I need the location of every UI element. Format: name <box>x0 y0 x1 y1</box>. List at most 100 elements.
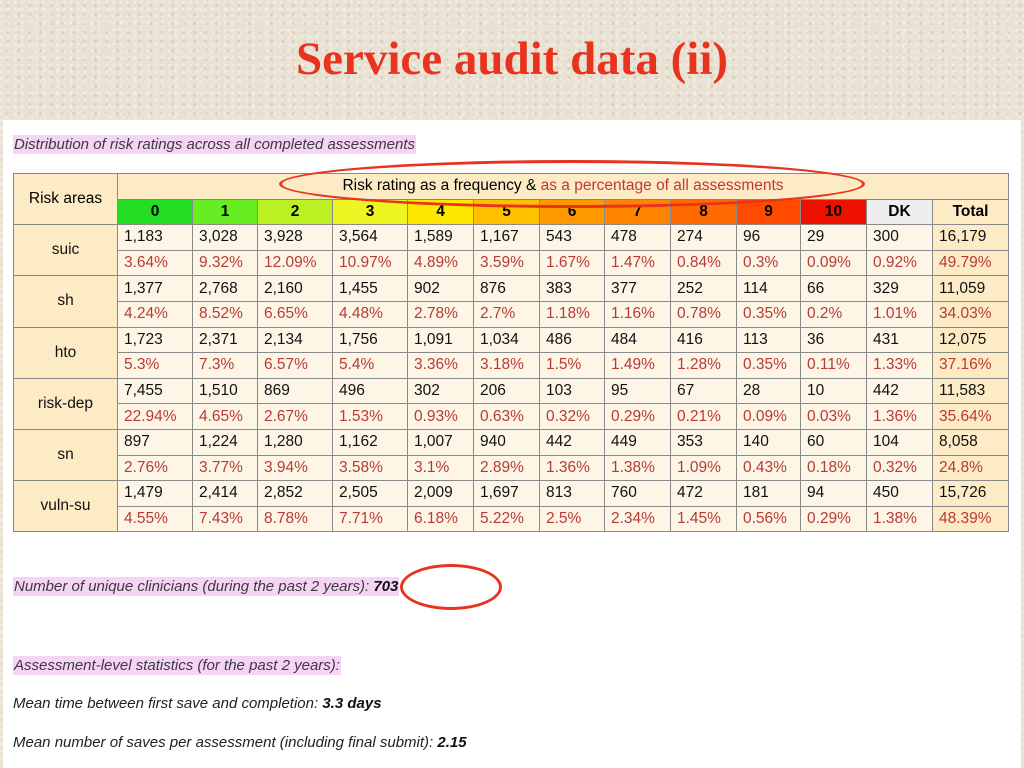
count-cell: 431 <box>866 326 933 354</box>
count-cell: 1,162 <box>332 428 408 456</box>
percent-cell: 1.36% <box>539 454 605 482</box>
table-row-hto-percents: 5.3% 7.3% 6.57% 5.4% 3.36% 3.18% 1.5% 1.49% 1.28… <box>14 352 1009 379</box>
percent-cell: 0.32% <box>866 454 933 482</box>
percent-cell: 6.18% <box>407 505 474 533</box>
percent-cell: 1.38% <box>604 454 671 482</box>
total-percent-cell: 37.16% <box>932 352 1009 379</box>
total-count-cell: 8,058 <box>932 428 1009 456</box>
percent-cell: 0.63% <box>473 403 540 430</box>
count-cell: 496 <box>332 377 408 405</box>
percent-cell: 1.38% <box>866 505 933 533</box>
percent-cell: 4.89% <box>407 249 474 277</box>
percent-cell: 1.01% <box>866 300 933 328</box>
count-cell: 2,134 <box>257 326 333 354</box>
percent-cell: 8.52% <box>192 300 258 328</box>
count-cell: 28 <box>736 377 801 405</box>
rating-header-total: Total <box>932 198 1009 226</box>
percent-cell: 0.93% <box>407 403 474 430</box>
risk-area-label: risk-dep <box>13 377 118 430</box>
table-caption: Distribution of risk ratings across all … <box>13 135 416 154</box>
percent-cell: 2.34% <box>604 505 671 533</box>
rating-header-3: 3 <box>332 198 408 226</box>
table-row-vuln-su-counts: vuln-su 1,479 2,414 2,852 2,505 2,009 1,697 813… <box>13 480 1009 533</box>
count-cell: 2,852 <box>257 480 333 507</box>
rating-header-8: 8 <box>670 198 737 226</box>
total-count-cell: 12,075 <box>932 326 1009 354</box>
percent-cell: 0.18% <box>800 454 867 482</box>
total-count-cell: 16,179 <box>932 224 1009 251</box>
mean-saves-value: 2.15 <box>437 734 467 751</box>
mean-time-line: Mean time between first save and complet… <box>13 694 382 713</box>
risk-areas-header: Risk areas <box>13 172 118 226</box>
total-percent-cell: 34.03% <box>932 300 1009 328</box>
count-cell: 1,723 <box>117 326 193 354</box>
count-cell: 96 <box>736 224 801 251</box>
count-cell: 329 <box>866 275 933 302</box>
mean-time-label: Mean time between first save and complet… <box>13 695 323 712</box>
percent-cell: 3.36% <box>407 352 474 379</box>
percent-cell: 0.09% <box>800 249 867 277</box>
count-cell: 95 <box>604 377 671 405</box>
percent-cell: 3.18% <box>473 352 540 379</box>
percent-cell: 4.48% <box>332 300 408 328</box>
count-cell: 103 <box>539 377 605 405</box>
count-cell: 449 <box>604 428 671 456</box>
table-body: suic 1,183 3,028 3,928 3,564 1,589 1,167 543 478… <box>13 224 1009 533</box>
count-cell: 353 <box>670 428 737 456</box>
count-cell: 10 <box>800 377 867 405</box>
count-cell: 104 <box>866 428 933 456</box>
percent-cell: 10.97% <box>332 249 408 277</box>
count-cell: 442 <box>866 377 933 405</box>
clinicians-value: 703 <box>373 578 399 595</box>
count-cell: 66 <box>800 275 867 302</box>
count-cell: 252 <box>670 275 737 302</box>
rating-header-7: 7 <box>604 198 671 226</box>
rating-header-4: 4 <box>407 198 474 226</box>
percent-cell: 0.21% <box>670 403 737 430</box>
percent-cell: 7.3% <box>192 352 258 379</box>
percent-cell: 0.56% <box>736 505 801 533</box>
total-percent-cell: 49.79% <box>932 249 1009 277</box>
count-cell: 140 <box>736 428 801 456</box>
count-cell: 377 <box>604 275 671 302</box>
count-cell: 450 <box>866 480 933 507</box>
header-percentage-text: as a percentage of all assessments <box>540 177 784 195</box>
count-cell: 1,167 <box>473 224 540 251</box>
count-cell: 1,589 <box>407 224 474 251</box>
count-cell: 486 <box>539 326 605 354</box>
percent-cell: 4.55% <box>117 505 193 533</box>
count-cell: 416 <box>670 326 737 354</box>
count-cell: 1,479 <box>117 480 193 507</box>
count-cell: 897 <box>117 428 193 456</box>
percent-cell: 1.36% <box>866 403 933 430</box>
total-count-cell: 11,583 <box>932 377 1009 405</box>
percent-cell: 3.58% <box>332 454 408 482</box>
percent-cell: 2.7% <box>473 300 540 328</box>
count-cell: 3,028 <box>192 224 258 251</box>
percent-cell: 0.2% <box>800 300 867 328</box>
percent-cell: 1.67% <box>539 249 605 277</box>
percent-cell: 3.77% <box>192 454 258 482</box>
percent-cell: 0.09% <box>736 403 801 430</box>
count-cell: 1,510 <box>192 377 258 405</box>
table-row-hto-counts: hto 1,723 2,371 2,134 1,756 1,091 1,034 486 484 4… <box>13 326 1009 379</box>
percent-cell: 5.3% <box>117 352 193 379</box>
count-cell: 484 <box>604 326 671 354</box>
percent-cell: 12.09% <box>257 249 333 277</box>
percent-cell: 1.16% <box>604 300 671 328</box>
percent-cell: 0.32% <box>539 403 605 430</box>
percent-cell: 2.5% <box>539 505 605 533</box>
table-row-suic-percents: 3.64% 9.32% 12.09% 10.97% 4.89% 3.59% 1.67% 1.4… <box>14 249 1009 277</box>
total-percent-cell: 48.39% <box>932 505 1009 533</box>
percent-cell: 4.65% <box>192 403 258 430</box>
count-cell: 1,756 <box>332 326 408 354</box>
count-cell: 383 <box>539 275 605 302</box>
risk-area-label: vuln-su <box>13 480 118 533</box>
count-cell: 113 <box>736 326 801 354</box>
percent-cell: 8.78% <box>257 505 333 533</box>
percent-cell: 1.5% <box>539 352 605 379</box>
count-cell: 902 <box>407 275 474 302</box>
count-cell: 472 <box>670 480 737 507</box>
percent-cell: 0.03% <box>800 403 867 430</box>
risk-area-label: suic <box>13 224 118 277</box>
